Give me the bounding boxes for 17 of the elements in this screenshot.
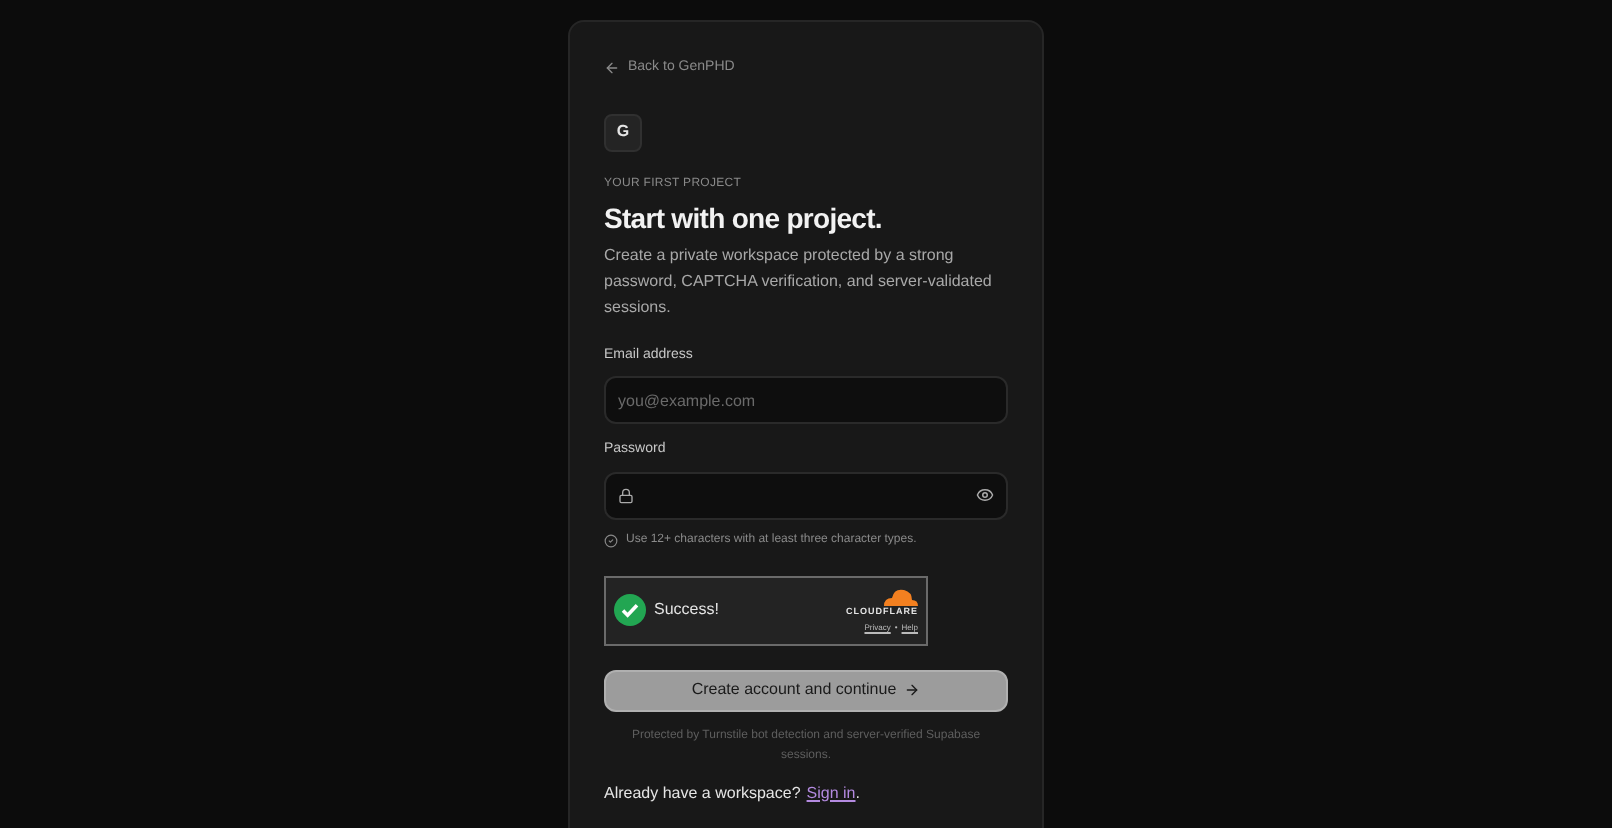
cloud-icon xyxy=(878,585,918,606)
lock-icon xyxy=(618,487,634,503)
eye-icon[interactable] xyxy=(976,486,994,504)
password-field[interactable] xyxy=(604,471,1008,519)
captcha-status: Success! xyxy=(654,598,719,622)
sign-in-link[interactable]: Sign in xyxy=(806,781,856,805)
logo-badge: G xyxy=(604,113,642,151)
success-check-icon xyxy=(614,594,646,626)
signin-prompt: Already have a workspace? xyxy=(604,781,801,805)
description-text: Create a private workspace protected by a strong password, CAPTCHA verification, and server-validated sessions. xyxy=(604,243,994,319)
back-arrow-icon xyxy=(604,60,620,77)
check-circle-icon xyxy=(604,533,618,547)
email-field[interactable]: you@example.com xyxy=(604,376,1008,424)
period-text: . xyxy=(855,781,860,805)
arrow-right-icon xyxy=(904,682,921,698)
page-title: Start with one project. xyxy=(604,199,884,235)
create-account-button[interactable]: Create account and continue xyxy=(604,669,1008,711)
